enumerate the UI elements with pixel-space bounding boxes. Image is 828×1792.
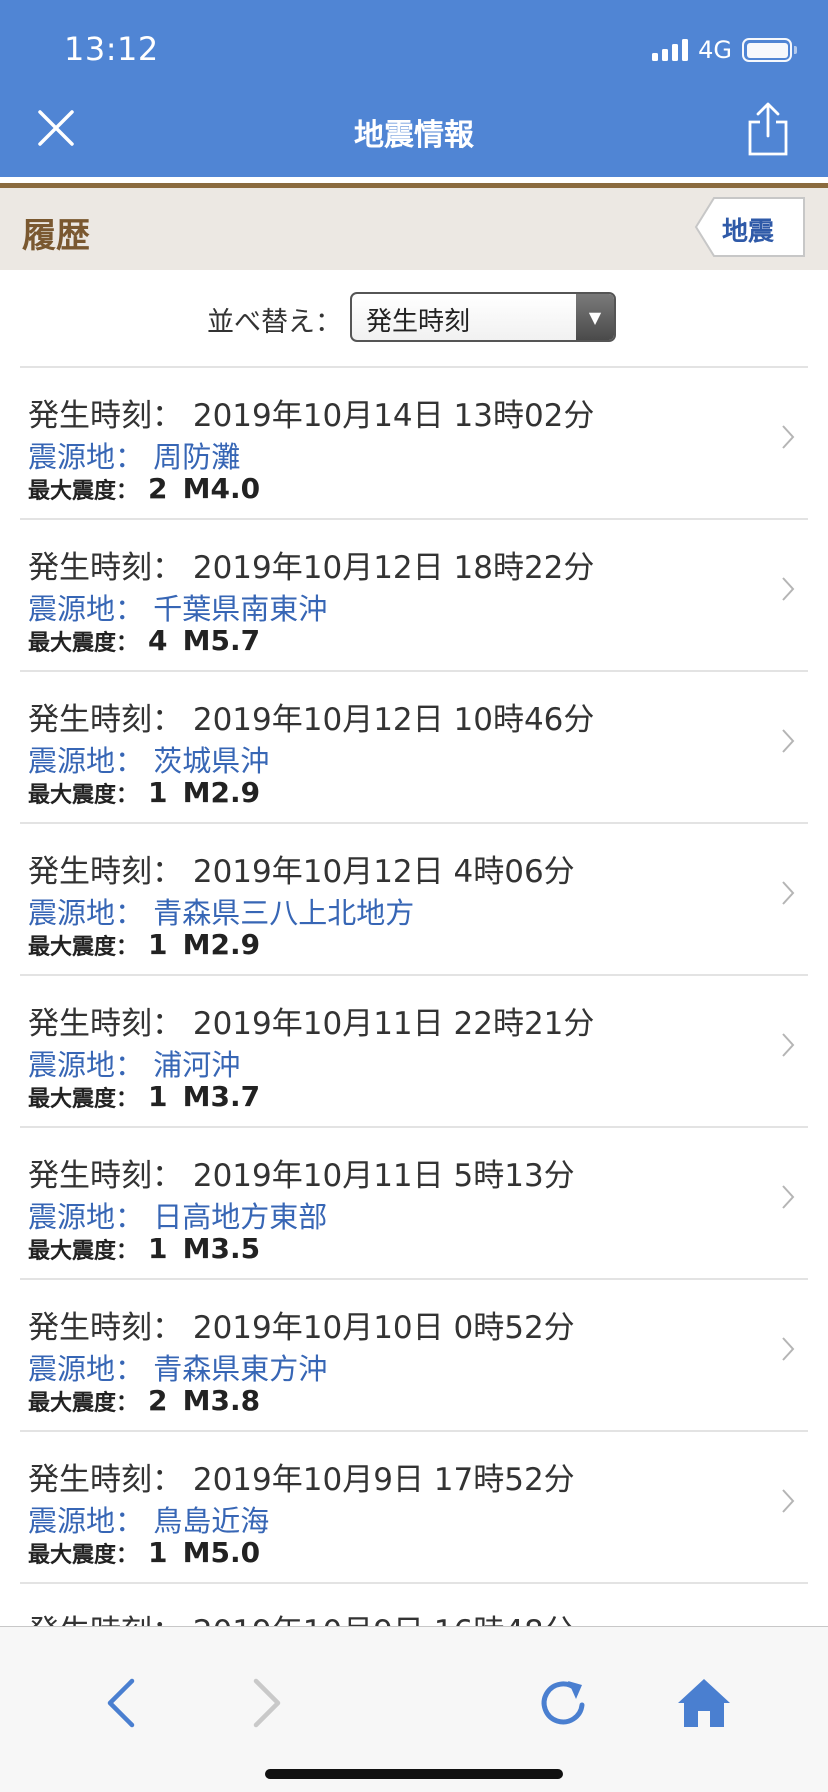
chevron-right-icon <box>782 881 795 905</box>
max-intensity: 最大震度： 1 M5.0 <box>28 1536 261 1569</box>
back-arrow-icon[interactable] <box>92 1673 152 1733</box>
forward-arrow-icon[interactable] <box>236 1673 296 1733</box>
chevron-right-icon <box>782 425 795 449</box>
network-type: 4G <box>698 36 732 64</box>
chevron-right-icon <box>782 1185 795 1209</box>
signal-icon <box>652 39 689 61</box>
earthquake-tab-label: 地震 <box>722 217 775 247</box>
list-item[interactable]: 発生時刻： 2019年10月10日 0時52分 震源地： 青森県東方沖 最大震度… <box>20 1280 808 1432</box>
occurrence-time: 発生時刻： 2019年10月14日 13時02分 <box>28 398 595 434</box>
occurrence-time: 発生時刻： 2019年10月12日 10時46分 <box>28 702 595 738</box>
occurrence-time: 発生時刻： 2019年10月11日 5時13分 <box>28 1158 575 1194</box>
occurrence-time: 発生時刻： 2019年10月12日 18時22分 <box>28 550 595 586</box>
chevron-right-icon <box>782 1033 795 1057</box>
occurrence-time: 発生時刻： 2019年10月9日 17時52分 <box>28 1462 575 1498</box>
epicenter: 震源地： 青森県東方沖 <box>28 1352 328 1386</box>
max-intensity: 最大震度： 1 M2.9 <box>28 776 261 809</box>
chevron-right-icon <box>782 577 795 601</box>
top-bar: 13:12 4G 地震情報 <box>0 0 828 177</box>
share-icon[interactable] <box>746 102 790 156</box>
dropdown-arrow-icon: ▼ <box>576 294 614 340</box>
list-item[interactable]: 発生時刻： 2019年10月12日 10時46分 震源地： 茨城県沖 最大震度：… <box>20 672 808 824</box>
epicenter: 震源地： 浦河沖 <box>28 1048 241 1082</box>
max-intensity: 最大震度： 4 M5.7 <box>28 624 261 657</box>
sort-row: 並べ替え： 発生時刻 ▼ <box>0 290 828 344</box>
browser-toolbar <box>0 1626 828 1792</box>
page-title: 地震情報 <box>354 118 474 153</box>
list-item[interactable]: 発生時刻： 2019年10月11日 22時21分 震源地： 浦河沖 最大震度： 1… <box>20 976 808 1128</box>
list-item[interactable]: 発生時刻： 2019年10月9日 17時52分 震源地： 鳥島近海 最大震度： 1… <box>20 1432 808 1584</box>
chevron-right-icon <box>782 729 795 753</box>
epicenter: 震源地： 茨城県沖 <box>28 744 270 778</box>
occurrence-time: 発生時刻： 2019年10月12日 4時06分 <box>28 854 575 890</box>
battery-icon <box>742 38 797 62</box>
max-intensity: 最大震度： 1 M3.5 <box>28 1232 261 1265</box>
section-title: 履歴 <box>22 216 90 256</box>
sort-select[interactable]: 発生時刻 ▼ <box>350 292 616 342</box>
status-indicators: 4G <box>652 36 797 64</box>
max-intensity: 最大震度： 2 M3.8 <box>28 1384 261 1417</box>
epicenter: 震源地： 青森県三八上北地方 <box>28 896 415 930</box>
sort-selected-value: 発生時刻 <box>366 307 471 337</box>
earthquake-list: 発生時刻： 2019年10月14日 13時02分 震源地： 周防灘 最大震度： 2… <box>20 366 808 1644</box>
status-time: 13:12 <box>64 30 159 68</box>
occurrence-time: 発生時刻： 2019年10月11日 22時21分 <box>28 1006 595 1042</box>
max-intensity: 最大震度： 1 M2.9 <box>28 928 261 961</box>
chevron-right-icon <box>782 1337 795 1361</box>
epicenter: 震源地： 日高地方東部 <box>28 1200 328 1234</box>
earthquake-tab-button[interactable]: 地震 <box>694 196 806 258</box>
reload-icon[interactable] <box>534 1673 594 1733</box>
sort-label: 並べ替え： <box>207 307 342 338</box>
max-intensity: 最大震度： 1 M3.7 <box>28 1080 261 1113</box>
epicenter: 震源地： 千葉県南東沖 <box>28 592 328 626</box>
list-item[interactable]: 発生時刻： 2019年10月12日 18時22分 震源地： 千葉県南東沖 最大震… <box>20 520 808 672</box>
home-icon[interactable] <box>674 1673 734 1733</box>
epicenter: 震源地： 鳥島近海 <box>28 1504 270 1538</box>
list-item[interactable]: 発生時刻： 2019年10月12日 4時06分 震源地： 青森県三八上北地方 最… <box>20 824 808 976</box>
list-item[interactable]: 発生時刻： 2019年10月14日 13時02分 震源地： 周防灘 最大震度： 2… <box>20 368 808 520</box>
occurrence-time: 発生時刻： 2019年10月10日 0時52分 <box>28 1310 575 1346</box>
epicenter: 震源地： 周防灘 <box>28 440 241 474</box>
max-intensity: 最大震度： 2 M4.0 <box>28 472 261 505</box>
chevron-right-icon <box>782 1489 795 1513</box>
home-indicator <box>265 1769 563 1779</box>
section-header: 履歴 地震 <box>0 188 828 270</box>
list-item[interactable]: 発生時刻： 2019年10月11日 5時13分 震源地： 日高地方東部 最大震度… <box>20 1128 808 1280</box>
